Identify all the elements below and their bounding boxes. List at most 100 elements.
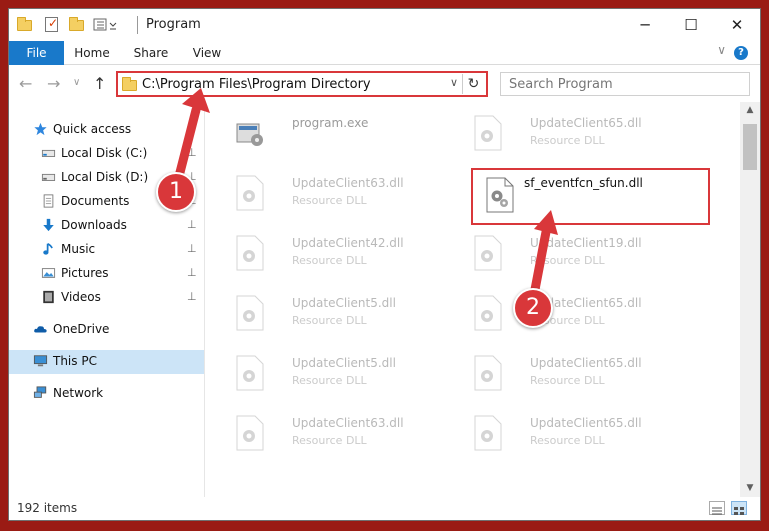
sidebar-item-videos[interactable]: Videos ⊥	[9, 286, 204, 310]
ribbon-tabs: File Home Share View ∨ ?	[9, 41, 760, 65]
pin-icon[interactable]: ⊥	[187, 242, 197, 255]
file-type: Resource DLL	[292, 374, 367, 387]
file-type: Resource DLL	[530, 434, 605, 447]
dll-file-icon	[474, 295, 502, 331]
search-placeholder: Search Program	[509, 77, 613, 92]
scroll-thumb[interactable]	[743, 124, 757, 170]
sidebar-item-pictures[interactable]: Pictures ⊥	[9, 262, 204, 286]
address-path[interactable]: C:\Program Files\Program Directory	[142, 77, 371, 92]
pin-icon[interactable]: ⊥	[187, 146, 197, 159]
sidebar-item-label: This PC	[53, 354, 97, 368]
address-bar[interactable]: C:\Program Files\Program Directory ∨ ↻	[116, 71, 488, 97]
close-button[interactable]: ✕	[714, 9, 760, 41]
network-icon	[33, 386, 47, 398]
dll-file-icon	[474, 355, 502, 391]
pin-icon[interactable]: ⊥	[187, 290, 197, 303]
file-tile[interactable]: UpdateClient65.dll Resource DLL	[453, 288, 693, 346]
sidebar-item-label: Quick access	[53, 122, 132, 136]
sidebar-item-label: Downloads	[61, 218, 127, 232]
file-type: Resource DLL	[292, 314, 367, 327]
forward-button[interactable]: →	[47, 74, 60, 93]
folder-icon	[122, 77, 138, 93]
back-button[interactable]: ←	[19, 74, 32, 93]
file-tile[interactable]: UpdateClient63.dll Resource DLL	[215, 168, 455, 226]
sidebar-item-label: Local Disk (D:)	[61, 170, 149, 184]
ribbon-collapse-icon[interactable]: ∨	[717, 43, 726, 57]
file-tile[interactable]: UpdateClient5.dll Resource DLL	[215, 348, 455, 406]
tab-file[interactable]: File	[9, 41, 64, 65]
pin-icon[interactable]: ⊥	[187, 218, 197, 231]
file-tile[interactable]: UpdateClient19.dll Resource DLL	[453, 228, 693, 286]
executable-icon	[236, 123, 263, 146]
sidebar-item-this-pc[interactable]: This PC	[9, 350, 204, 374]
step-2-badge: 2	[513, 288, 553, 328]
tab-view[interactable]: View	[185, 41, 229, 65]
sidebar-item-quick-access[interactable]: Quick access	[9, 118, 204, 142]
vertical-scrollbar[interactable]: ▲ ▼	[740, 102, 760, 497]
music-icon	[43, 242, 53, 255]
videos-icon	[43, 290, 54, 304]
file-tile[interactable]: UpdateClient65.dll Resource DLL	[453, 348, 693, 406]
file-type: Resource DLL	[292, 194, 367, 207]
tab-home[interactable]: Home	[69, 41, 115, 65]
sidebar-item-onedrive[interactable]: OneDrive	[9, 318, 204, 342]
dll-file-icon	[474, 415, 502, 451]
item-count: 192 items	[17, 501, 78, 515]
window-title: Program	[146, 17, 201, 32]
dll-file-icon	[236, 415, 264, 451]
file-type: Resource DLL	[530, 374, 605, 387]
file-tile[interactable]: UpdateClient65.dll Resource DLL	[453, 108, 693, 166]
search-input[interactable]: Search Program	[500, 72, 750, 96]
folder-icon	[17, 17, 33, 33]
address-dropdown-icon[interactable]: ∨	[450, 76, 458, 89]
sidebar-item-label: Documents	[61, 194, 130, 208]
minimize-button[interactable]: ─	[622, 9, 668, 41]
navigation-pane: Quick access Local Disk (C:) ⊥ Local Dis…	[9, 102, 204, 497]
sidebar-item-label: OneDrive	[53, 322, 110, 336]
sidebar-item-music[interactable]: Music ⊥	[9, 238, 204, 262]
refresh-button[interactable]: ↻	[462, 74, 484, 94]
scroll-down-icon[interactable]: ▼	[740, 480, 760, 497]
tab-share[interactable]: Share	[127, 41, 175, 65]
recent-locations-icon[interactable]: ∨	[73, 77, 80, 88]
sidebar-item-label: Network	[53, 386, 104, 400]
file-tile[interactable]: UpdateClient65.dll Resource DLL	[453, 408, 693, 466]
pictures-icon	[41, 268, 56, 278]
file-name: UpdateClient19.dll	[530, 236, 642, 250]
properties-icon[interactable]	[45, 16, 61, 33]
file-tile[interactable]: UpdateClient63.dll Resource DLL	[215, 408, 455, 466]
file-tile-program-exe[interactable]: program.exe	[215, 108, 455, 166]
sidebar-item-local-disk-c[interactable]: Local Disk (C:) ⊥	[9, 142, 204, 166]
maximize-button[interactable]: ☐	[668, 9, 714, 41]
cloud-icon	[34, 326, 47, 333]
file-list: program.exe UpdateClient63.dll Resource …	[205, 102, 740, 497]
help-icon[interactable]: ?	[734, 46, 748, 60]
tiles-view-icon[interactable]	[731, 501, 747, 515]
details-view-icon[interactable]	[709, 501, 725, 515]
title-bar: Program ─ ☐ ✕	[9, 9, 760, 41]
new-folder-icon[interactable]	[69, 17, 85, 33]
sidebar-item-label: Pictures	[61, 266, 109, 280]
pin-icon[interactable]: ⊥	[187, 266, 197, 279]
status-bar: 192 items	[9, 497, 760, 520]
scroll-up-icon[interactable]: ▲	[740, 102, 760, 119]
file-tile[interactable]: UpdateClient5.dll Resource DLL	[215, 288, 455, 346]
file-name: UpdateClient42.dll	[292, 236, 404, 250]
file-tile[interactable]: UpdateClient42.dll Resource DLL	[215, 228, 455, 286]
file-type: Resource DLL	[530, 134, 605, 147]
step-1-badge: 1	[156, 172, 196, 212]
dll-file-icon	[236, 295, 264, 331]
sidebar-item-downloads[interactable]: Downloads ⊥	[9, 214, 204, 238]
drive-icon	[41, 149, 56, 157]
download-icon	[43, 218, 54, 232]
up-button[interactable]: ↑	[93, 74, 106, 93]
sidebar-item-network[interactable]: Network	[9, 382, 204, 406]
highlight-box	[471, 168, 710, 225]
file-name: UpdateClient5.dll	[292, 296, 396, 310]
file-type: Resource DLL	[530, 254, 605, 267]
explorer-window: Program ─ ☐ ✕ File Home Share View ∨ ? ←…	[8, 8, 761, 521]
customize-toolbar-icon[interactable]	[93, 17, 117, 33]
drive-icon	[41, 173, 56, 181]
dll-file-icon	[236, 175, 264, 211]
navigation-bar: ← → ∨ ↑ C:\Program Files\Program Directo…	[9, 66, 760, 102]
